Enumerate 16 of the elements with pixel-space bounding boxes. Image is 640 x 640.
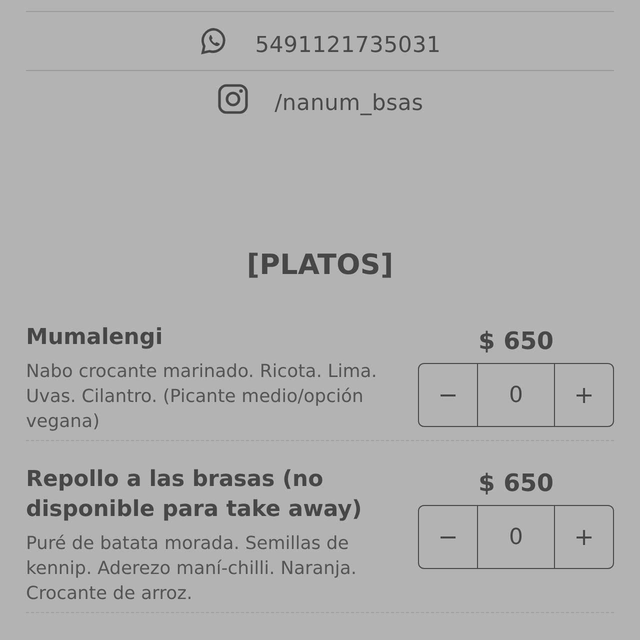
decrement-button[interactable]: − (419, 506, 477, 568)
dish-name: Mumalengi (26, 324, 164, 352)
dish-description: Puré de batata morada. Semillas de kennip. Aderezo maní-chilli. Naranja. Crocante de arroz. (26, 532, 358, 606)
quantity-field[interactable]: 0 (477, 506, 555, 568)
dish-price: $ 650 (478, 469, 554, 497)
contact-text[interactable]: /nanum_bsas (274, 90, 424, 116)
dish-description: Nabo crocante marinado. Ricota. Lima. Uvas. Cilantro. (Picante medio/opción vegana) (26, 360, 378, 434)
instagram-icon (216, 83, 249, 115)
section-title: [PLATOS] (246, 251, 394, 279)
dish-price: $ 650 (478, 327, 554, 355)
quantity-field[interactable]: 0 (477, 364, 555, 426)
contact-text[interactable]: 5491121735031 (255, 32, 441, 58)
decrement-button[interactable]: − (419, 364, 477, 426)
increment-button[interactable]: + (555, 506, 613, 568)
dish-name: Repollo a las brasas (no disponible para take away) (26, 466, 363, 524)
increment-button[interactable]: + (555, 364, 613, 426)
